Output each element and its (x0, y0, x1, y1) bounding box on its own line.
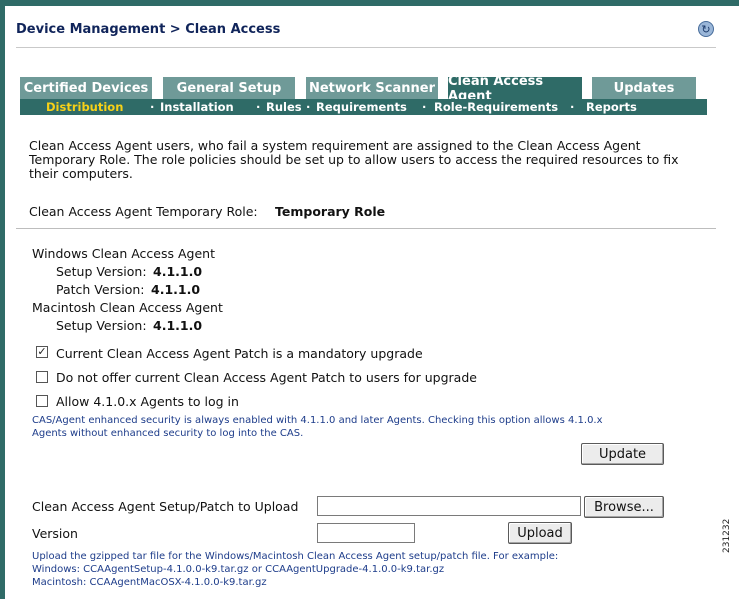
top-border (0, 0, 739, 6)
mac-setup-label: Setup Version: (56, 318, 147, 333)
version-label: Version (32, 526, 78, 541)
tab-updates[interactable]: Updates (592, 77, 696, 100)
left-border (0, 0, 5, 599)
windows-patch-version: 4.1.1.0 (151, 282, 201, 297)
windows-setup-label: Setup Version: (56, 264, 147, 279)
subnav-role-requirements[interactable]: Role-Requirements (434, 100, 558, 114)
update-button[interactable]: Update (581, 443, 664, 465)
tab-certified-devices[interactable]: Certified Devices (20, 77, 152, 100)
allow-410-checkbox[interactable] (36, 395, 48, 407)
intro-line-1: Clean Access Agent users, who fail a sys… (29, 138, 641, 153)
security-note-1: CAS/Agent enhanced security is always en… (32, 415, 603, 426)
page-title: Device Management > Clean Access (16, 22, 281, 37)
title-divider (16, 47, 716, 48)
subnav-separator: · (306, 100, 311, 114)
tab-clean-access-agent[interactable]: Clean Access Agent (448, 74, 582, 104)
mac-agent-heading: Macintosh Clean Access Agent (32, 300, 223, 315)
mandatory-upgrade-label: Current Clean Access Agent Patch is a ma… (56, 346, 423, 361)
no-offer-checkbox[interactable] (36, 371, 48, 383)
section-divider (16, 228, 716, 229)
subnav-reports[interactable]: Reports (586, 100, 637, 114)
subnav-installation[interactable]: Installation (160, 100, 234, 114)
upload-help-2: Windows: CCAAgentSetup-4.1.0.0-k9.tar.gz… (32, 564, 445, 575)
subnav-separator: · (570, 100, 575, 114)
no-offer-label: Do not offer current Clean Access Agent … (56, 370, 477, 385)
temp-role-label: Clean Access Agent Temporary Role: (29, 204, 258, 219)
upload-file-label: Clean Access Agent Setup/Patch to Upload (32, 499, 299, 514)
upload-button[interactable]: Upload (508, 522, 572, 544)
upload-file-input[interactable] (317, 496, 581, 516)
tab-general-setup[interactable]: General Setup (163, 77, 295, 100)
refresh-icon[interactable]: ↻ (698, 21, 714, 37)
subnav-separator: · (150, 100, 155, 114)
subnav-separator: · (422, 100, 427, 114)
browse-button[interactable]: Browse... (584, 496, 664, 518)
mac-setup-version: 4.1.1.0 (153, 318, 203, 333)
figure-id: 231232 (722, 518, 732, 553)
subnav-bar: Distribution · Installation · Rules · Re… (20, 99, 707, 115)
intro-line-2: Temporary Role. The role policies should… (29, 152, 679, 167)
windows-setup-version: 4.1.1.0 (153, 264, 203, 279)
upload-help-3: Macintosh: CCAAgentMacOSX-4.1.0.0-k9.tar… (32, 577, 267, 588)
security-note-2: Agents without enhanced security to log … (32, 428, 304, 439)
windows-patch-label: Patch Version: (56, 282, 145, 297)
upload-help-1: Upload the gzipped tar file for the Wind… (32, 551, 559, 562)
intro-line-3: their computers. (29, 166, 133, 181)
subnav-requirements[interactable]: Requirements (316, 100, 407, 114)
subnav-rules[interactable]: Rules (266, 100, 302, 114)
windows-agent-heading: Windows Clean Access Agent (32, 246, 215, 261)
tab-network-scanner[interactable]: Network Scanner (306, 77, 438, 100)
subnav-separator: · (256, 100, 261, 114)
allow-410-label: Allow 4.1.0.x Agents to log in (56, 394, 239, 409)
version-input[interactable] (317, 523, 415, 543)
temp-role-value: Temporary Role (275, 204, 386, 219)
mandatory-upgrade-checkbox[interactable]: ✓ (36, 346, 48, 358)
subnav-distribution[interactable]: Distribution (46, 100, 123, 114)
